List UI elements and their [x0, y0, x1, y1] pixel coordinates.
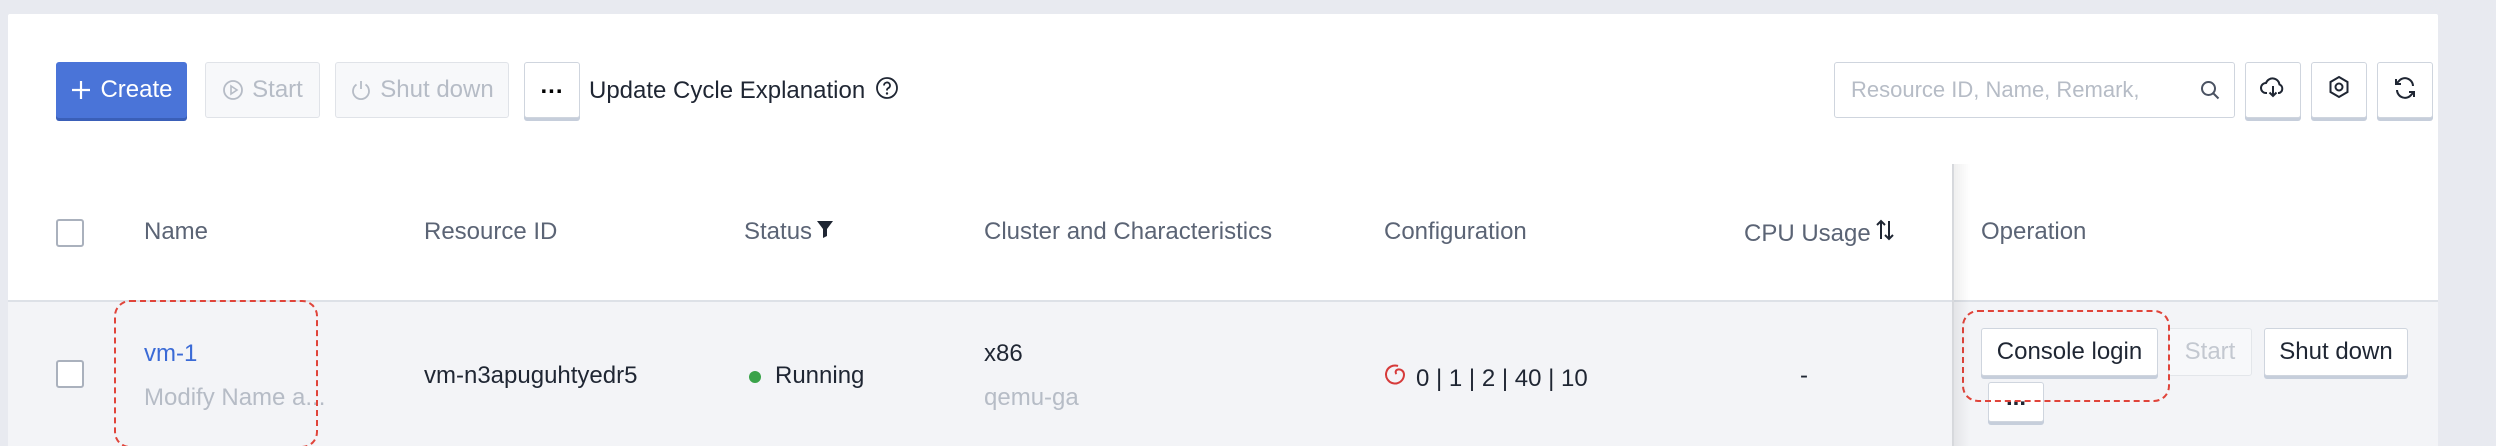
cluster-value: x86	[984, 340, 1023, 367]
update-cycle-label: Update Cycle Explanation	[589, 77, 866, 104]
refresh-button[interactable]	[2377, 62, 2433, 118]
plus-icon	[70, 79, 92, 101]
status-text: Running	[775, 362, 865, 389]
header-cpu-usage[interactable]: CPU Usage	[1744, 218, 1895, 249]
row-more-label: ...	[2005, 384, 2026, 411]
more-actions-button[interactable]: ...	[524, 62, 580, 118]
search-box	[1834, 62, 2235, 118]
status-dot	[749, 370, 761, 383]
main-panel: Create Start Shut down ... Update Cycle …	[8, 14, 2438, 446]
start-button-label: Start	[252, 76, 303, 103]
settings-button[interactable]	[2311, 62, 2367, 118]
gear-icon	[2325, 74, 2353, 107]
row-checkbox[interactable]	[56, 360, 84, 388]
create-button-label: Create	[100, 76, 173, 103]
search-icon[interactable]	[2186, 79, 2234, 101]
status-badge: Running	[749, 362, 864, 390]
download-cloud-icon	[2259, 74, 2287, 107]
resource-id: vm-n3apuguhtyedr5	[424, 362, 638, 389]
table-row: vm-1 Modify Name a... vm-n3apuguhtyedr5 …	[8, 300, 2438, 446]
header-configuration: Configuration	[1384, 218, 1527, 245]
refresh-icon	[2391, 74, 2419, 107]
characteristics-value: qemu-ga	[984, 384, 1079, 411]
shutdown-button-label: Shut down	[380, 76, 494, 103]
more-actions-label: ...	[540, 72, 564, 99]
sort-icon[interactable]	[1875, 218, 1895, 249]
header-name: Name	[144, 218, 209, 245]
row-shutdown-button[interactable]: Shut down	[2264, 328, 2408, 376]
download-button[interactable]	[2245, 62, 2301, 118]
shutdown-button[interactable]: Shut down	[335, 62, 509, 118]
filter-icon[interactable]	[816, 218, 834, 246]
select-all-checkbox[interactable]	[56, 219, 84, 247]
header-status-label: Status	[744, 218, 813, 245]
row-shutdown-label: Shut down	[2279, 338, 2393, 365]
cpu-usage-value: -	[1800, 362, 1808, 389]
configuration-value: 0 | 1 | 2 | 40 | 10	[1416, 364, 1588, 392]
create-button[interactable]: Create	[56, 62, 187, 118]
start-button[interactable]: Start	[205, 62, 320, 118]
row-start-label: Start	[2184, 338, 2236, 365]
header-resource-id: Resource ID	[424, 218, 558, 245]
console-login-label: Console login	[1996, 338, 2143, 365]
configuration-cell: 0 | 1 | 2 | 40 | 10	[1384, 362, 1588, 395]
search-input[interactable]	[1835, 63, 2186, 117]
help-icon[interactable]	[875, 76, 899, 107]
header-cpu-usage-label: CPU Usage	[1744, 219, 1871, 247]
header-operation: Operation	[1981, 218, 2087, 245]
header-cluster: Cluster and Characteristics	[984, 218, 1273, 245]
update-cycle-explanation[interactable]: Update Cycle Explanation	[589, 76, 899, 106]
fixed-column-shadow	[1952, 164, 1970, 446]
toolbar: Create Start Shut down ... Update Cycle …	[8, 14, 2438, 164]
debian-os-icon	[1384, 362, 1408, 395]
instance-name-link[interactable]: vm-1	[144, 340, 197, 368]
header-status[interactable]: Status	[744, 218, 834, 246]
row-start-button[interactable]: Start	[2168, 328, 2252, 376]
console-login-button[interactable]: Console login	[1981, 328, 2158, 376]
highlight-name-box	[114, 300, 318, 446]
instance-remark[interactable]: Modify Name a...	[144, 384, 325, 412]
play-icon	[222, 79, 244, 101]
row-more-button[interactable]: ...	[1988, 382, 2044, 422]
table-header: Name Resource ID Status Cluster and Char…	[8, 164, 2438, 300]
power-icon	[350, 79, 372, 101]
